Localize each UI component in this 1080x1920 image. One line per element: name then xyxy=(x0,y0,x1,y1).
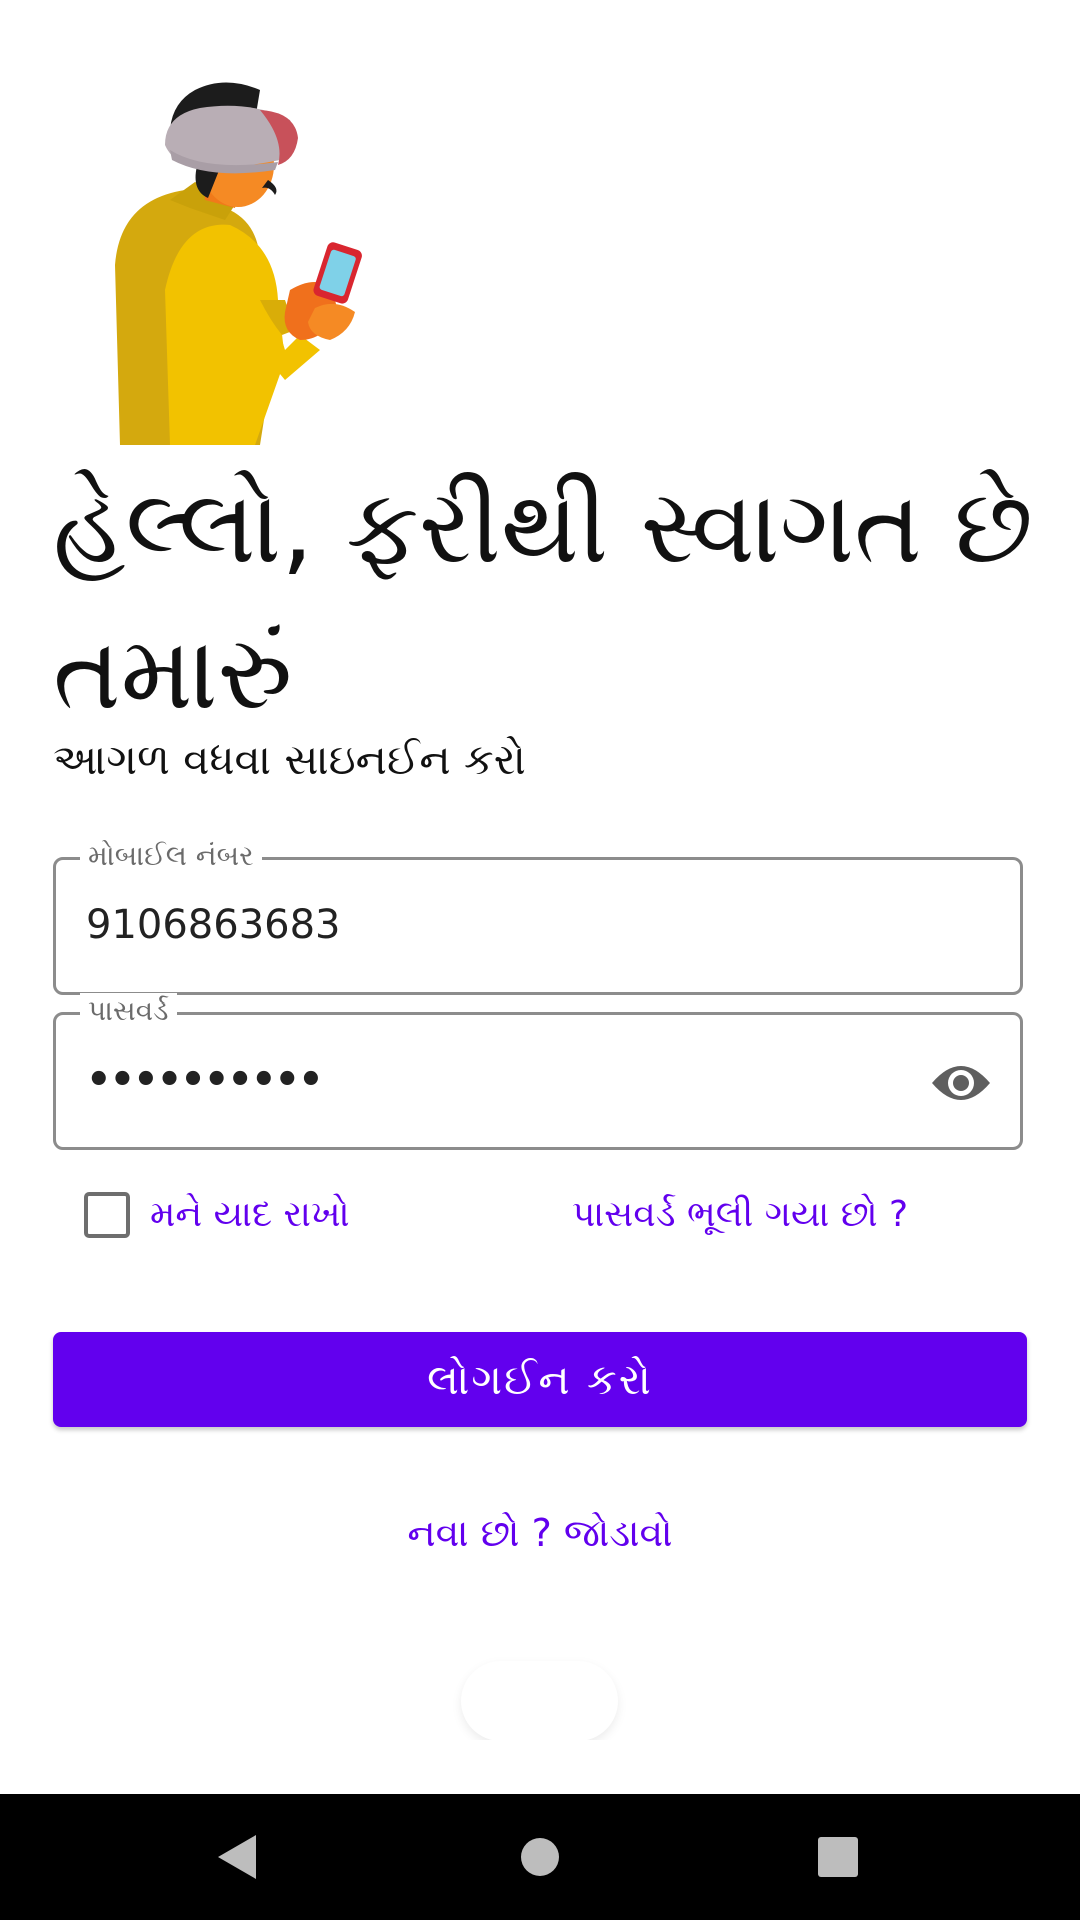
mobile-number-value[interactable]: 9106863683 xyxy=(86,900,341,950)
farmer-illustration xyxy=(115,82,362,445)
forgot-password-link[interactable]: પાસવર્ડ ભૂલી ગયા છો ? xyxy=(572,1192,908,1238)
signup-link[interactable]: નવા છો ? જોડાવો xyxy=(0,1508,1080,1558)
password-label: પાસવર્ડ xyxy=(80,993,177,1029)
mobile-number-label: મોબાઈલ નંબર xyxy=(80,838,262,874)
recents-icon[interactable] xyxy=(808,1827,868,1887)
login-button[interactable]: લોગઈન કરો xyxy=(53,1332,1027,1427)
eye-icon[interactable] xyxy=(930,1057,992,1109)
password-field[interactable]: પાસવર્ડ •••••••••• xyxy=(53,993,1023,1150)
bottom-spacer xyxy=(0,1740,1080,1794)
floating-pill xyxy=(461,1661,618,1741)
remember-me-label[interactable]: મને યાદ રાખો xyxy=(150,1192,350,1238)
remember-me-checkbox[interactable] xyxy=(84,1192,130,1238)
back-icon[interactable] xyxy=(208,1827,268,1887)
mobile-number-field[interactable]: મોબાઈલ નંબર 9106863683 xyxy=(53,838,1023,995)
home-icon[interactable] xyxy=(510,1827,570,1887)
page-title: હેલ્લો, ફરીથી સ્વાગત છે તમારું xyxy=(53,468,1033,733)
page-subtitle: આગળ વધવા સાઇનઈન કરો xyxy=(53,735,526,784)
password-value[interactable]: •••••••••• xyxy=(86,1055,324,1105)
system-navigation-bar xyxy=(0,1794,1080,1920)
